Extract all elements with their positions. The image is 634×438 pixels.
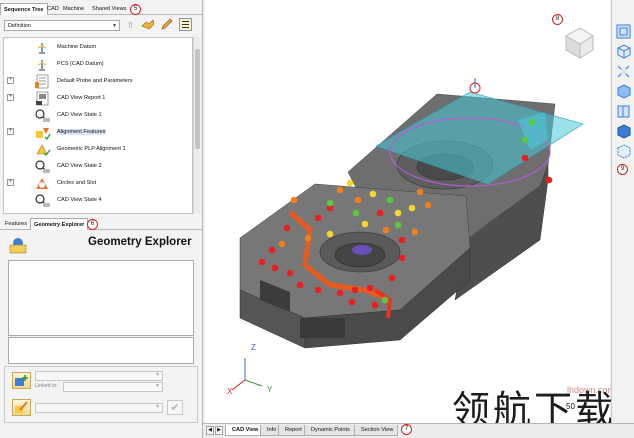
view-cube[interactable]	[558, 22, 598, 64]
expand-icon[interactable]: +	[7, 77, 14, 84]
geometry-explorer-title: Geometry Explorer	[88, 236, 192, 248]
chevron-down-icon: ▼	[155, 404, 160, 410]
probe-icon	[34, 74, 51, 89]
tab-dynamic-points[interactable]: Dynamic Points	[304, 425, 355, 436]
tab-machine[interactable]: Machine	[60, 3, 87, 15]
tree-scrollbar[interactable]	[193, 37, 201, 214]
watermark-number: 50	[566, 402, 575, 411]
tree-item-label: Alignment Features	[57, 129, 106, 135]
geometry-details[interactable]	[8, 337, 194, 364]
axis-y-label: Y	[267, 385, 273, 394]
confirm-check-icon[interactable]: ✔	[167, 400, 183, 415]
geometry-explorer-icon	[8, 236, 28, 256]
cad-viewport[interactable]: Z Y X	[205, 0, 610, 423]
tree-item-pcs[interactable]: PCS (CAD Datum)	[4, 56, 192, 73]
tab-sequence-tree[interactable]: Sequence Tree	[0, 3, 48, 15]
datum-icon	[34, 40, 51, 55]
tab-geometry-explorer[interactable]: Geometry Explorer	[30, 218, 89, 230]
handshake-icon[interactable]	[141, 18, 155, 31]
tab-features[interactable]: Features	[2, 218, 30, 230]
view-state-icon	[34, 108, 51, 123]
callout-7: 7	[401, 424, 412, 435]
chevron-down-icon: ▼	[155, 383, 160, 389]
tree-item-circles-and-slot[interactable]: + Circles and Slot	[4, 175, 192, 192]
tree-item-default-probe[interactable]: + Default Probe and Parameters	[4, 73, 192, 90]
list-view-icon[interactable]	[179, 18, 192, 31]
tree-item-cad-view-state-4[interactable]: CAD View State 4	[4, 192, 192, 209]
view-right-icon[interactable]	[615, 103, 632, 120]
feature-marker-red	[258, 154, 553, 309]
tree-item-label: Machine Datum	[57, 44, 97, 50]
view-toolbar: 9	[611, 0, 634, 423]
tree-item-cad-view-state-1[interactable]: CAD View State 1	[4, 107, 192, 124]
tab-section-view[interactable]: Section View	[354, 425, 399, 436]
tree-item-cad-view-report-1[interactable]: + CAD View Report 1	[4, 90, 192, 107]
tab-cad-view[interactable]: CAD View	[225, 425, 264, 436]
geometry-select-dropdown[interactable]: ▼	[35, 403, 163, 413]
add-geometry-button[interactable]	[12, 372, 31, 389]
geometry-type-dropdown[interactable]: ▼	[35, 371, 163, 381]
view-front-icon[interactable]	[615, 23, 632, 40]
feature-marker-green	[326, 118, 536, 304]
tree-item-alignment-features[interactable]: + Alignment Features	[4, 124, 192, 141]
axis-z-label: Z	[251, 343, 256, 352]
callout-5: 5	[130, 4, 141, 15]
tree-item-label: CAD View State 1	[57, 112, 102, 118]
pencil-icon[interactable]	[160, 18, 173, 31]
geometry-actions-panel: ▼ Linked to: ▼ ▼ ✔	[4, 366, 198, 423]
tree-item-machine-datum[interactable]: Machine Datum	[4, 39, 192, 56]
sequence-tabs: Sequence Tree CAD Machine Shared Views 5	[0, 3, 203, 15]
callout-8: 8	[552, 14, 563, 25]
view-iso-icon[interactable]	[615, 43, 632, 60]
tree-item-label: Circles and Slot	[57, 180, 97, 186]
tree-item-label: CAD View State 4	[57, 197, 102, 203]
view-state-icon	[34, 159, 51, 174]
tree-item-label: PCS (CAD Datum)	[57, 61, 104, 67]
view-state-icon	[34, 193, 51, 208]
alignment-icon	[34, 125, 51, 141]
chevron-down-icon: ▼	[112, 23, 117, 29]
tab-report[interactable]: Report	[278, 425, 307, 436]
zoom-fit-icon[interactable]	[615, 63, 632, 80]
geometry-list[interactable]	[8, 260, 194, 336]
expand-icon[interactable]: +	[7, 179, 14, 186]
view-shaded-icon[interactable]	[615, 123, 632, 140]
tab-shared-views[interactable]: Shared Views	[89, 3, 129, 15]
scrollbar-thumb[interactable]	[195, 49, 200, 149]
view-top-icon[interactable]	[615, 83, 632, 100]
tree-item-geometric-plp[interactable]: Geometric PLP Alignment 1	[4, 141, 192, 158]
tree-item-label: CAD View State 2	[57, 163, 102, 169]
chevron-down-icon: ▼	[155, 372, 160, 378]
axis-x-label: X	[227, 387, 233, 396]
tree-item-label: Geometric PLP Alignment 1	[57, 146, 126, 152]
bottom-tabs: ◀ ▶ CAD View Info Report Dynamic Points …	[203, 423, 634, 438]
plp-alignment-icon	[34, 142, 51, 157]
circle-slot-icon	[34, 176, 51, 191]
definition-dropdown-value: Definition	[8, 23, 31, 29]
callout-6: 6	[87, 219, 98, 230]
left-pane: Sequence Tree CAD Machine Shared Views 5…	[0, 0, 203, 438]
tab-prev-icon[interactable]: ◀	[206, 426, 214, 435]
expand-icon[interactable]: +	[7, 94, 14, 101]
tab-next-icon[interactable]: ▶	[215, 426, 223, 435]
report-icon	[34, 91, 51, 106]
view-back-icon[interactable]	[615, 143, 632, 160]
definition-dropdown[interactable]: Definition ▼	[4, 20, 120, 31]
tree-item-label: Default Probe and Parameters	[57, 78, 133, 84]
expand-icon[interactable]: +	[7, 128, 14, 135]
callout-9: 9	[617, 164, 628, 175]
lower-tabs: Features Geometry Explorer 6	[0, 218, 203, 230]
sequence-tree: Machine Datum PCS (CAD Datum) + Default …	[3, 37, 193, 214]
move-up-icon[interactable]: ⇧	[124, 19, 137, 32]
tree-item-label: CAD View Report 1	[57, 95, 106, 101]
datum-icon	[34, 57, 51, 72]
edit-geometry-button[interactable]	[12, 399, 31, 416]
linked-to-dropdown[interactable]: ▼	[63, 382, 163, 392]
tree-item-cad-view-state-2[interactable]: CAD View State 2	[4, 158, 192, 175]
feature-marker-orange	[278, 186, 432, 248]
linked-to-label: Linked to:	[35, 383, 58, 389]
